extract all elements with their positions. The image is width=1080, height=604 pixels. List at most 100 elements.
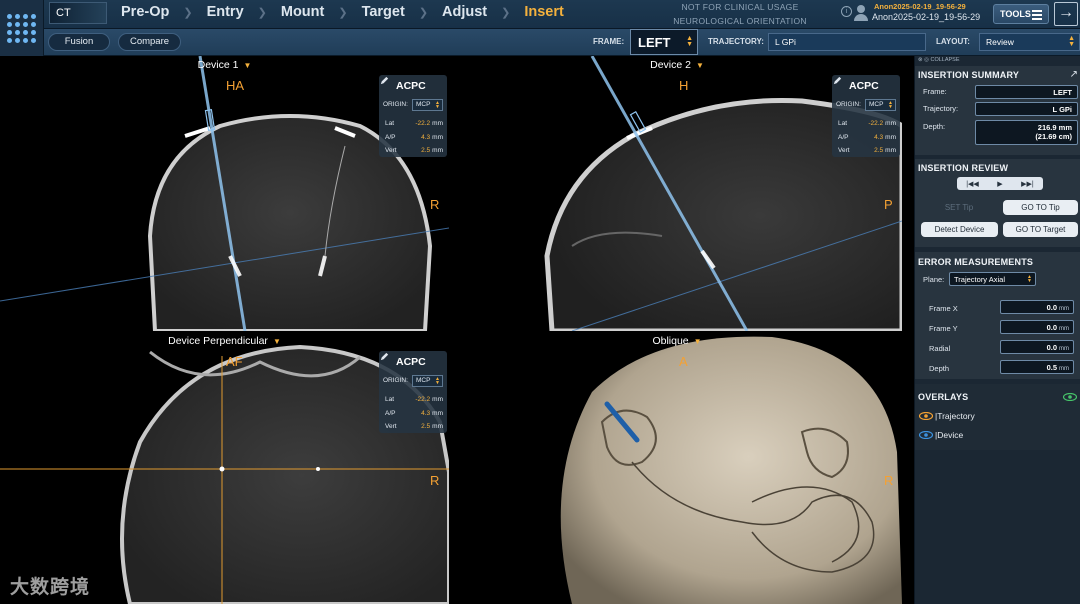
collapse-button[interactable]: ⊗ ◎ COLLAPSE xyxy=(915,56,1080,65)
orientation-label-top: HA xyxy=(226,78,245,93)
viewport-title-dropdown[interactable]: Device 1 ▼ xyxy=(0,59,449,71)
unit-label: mm xyxy=(1059,346,1069,352)
vert-value: 2.5 mm xyxy=(421,423,443,430)
viewport-title-dropdown[interactable]: Device Perpendicular ▼ xyxy=(0,335,449,347)
goto-target-button[interactable]: GO TO Target xyxy=(1003,222,1078,237)
ap-value: 4.3 mm xyxy=(421,134,443,141)
notice-line-2: NEUROLOGICAL ORIENTATION xyxy=(673,16,807,26)
exit-icon[interactable] xyxy=(1054,2,1078,26)
acpc-title: ACPC xyxy=(396,80,426,92)
orientation-label-top: AF xyxy=(226,354,243,369)
lat-value: -22.2 mm xyxy=(415,120,443,127)
compare-button[interactable]: Compare xyxy=(118,33,181,51)
3d-head-render xyxy=(560,336,902,604)
step-entry[interactable]: Entry xyxy=(207,4,244,20)
tools-label: TOOLS xyxy=(1000,9,1031,19)
viewport-title-dropdown[interactable]: Oblique ▼ xyxy=(452,335,902,347)
unit-label: mm xyxy=(1059,306,1069,312)
unit-label: mm xyxy=(1059,326,1069,332)
viewport-device-2[interactable]: Device 2 ▼ H P ACPC ORIGIN: MCP ▲ ▼ Lat -22… xyxy=(452,56,902,331)
depth-error-label: Depth xyxy=(929,364,950,373)
acpc-title: ACPC xyxy=(849,80,879,92)
trajectory-select-value: L GPi xyxy=(775,37,796,47)
step-adjust[interactable]: Adjust xyxy=(442,4,487,20)
origin-select[interactable]: MCP ▲ ▼ xyxy=(412,99,443,111)
viewport-title-dropdown[interactable]: Device 2 ▼ xyxy=(452,59,902,71)
lat-label: Lat xyxy=(385,120,395,127)
up-down-icon: ▲ ▼ xyxy=(1027,274,1032,284)
radial-value: 0.0 mm xyxy=(1000,340,1074,354)
origin-label: ORIGIN: xyxy=(836,101,861,108)
viewport-title: Oblique xyxy=(652,335,689,347)
play-icon[interactable]: ▶ xyxy=(997,180,1002,188)
origin-select[interactable]: MCP ▲ ▼ xyxy=(865,99,896,111)
grid-icon xyxy=(7,13,36,43)
unit-label: mm xyxy=(885,147,896,154)
skip-forward-icon[interactable]: ▶▶| xyxy=(1021,180,1034,188)
viewport-device-1[interactable]: Device 1 ▼ HA R ACPC ORIGIN: MCP ▲ ▼ Lat -2… xyxy=(0,56,449,331)
viewport-oblique[interactable]: Oblique ▼ A R xyxy=(452,332,902,604)
user-icon[interactable] xyxy=(853,3,869,23)
collapse-label: COLLAPSE xyxy=(930,57,960,63)
up-down-icon: ▲ ▼ xyxy=(888,100,893,110)
ap-value: 4.3 mm xyxy=(421,410,443,417)
frame-y-label: Frame Y xyxy=(929,324,958,333)
caret-down-icon: ▼ xyxy=(695,61,704,70)
overlay-device-label: |Device xyxy=(935,430,964,440)
acpc-overlay: ACPC ORIGIN: MCP ▲ ▼ Lat -22.2 mm A/P 4.3 mm… xyxy=(379,75,447,157)
up-down-icon: ▲ ▼ xyxy=(1068,35,1075,48)
pencil-icon[interactable] xyxy=(832,75,843,86)
caret-down-icon: ▼ xyxy=(243,61,252,70)
info-icon[interactable]: i xyxy=(841,6,852,17)
fusion-button[interactable]: Fusion xyxy=(48,33,110,51)
eye-icon[interactable] xyxy=(1063,393,1077,401)
workflow-steps: Pre-Op ❯ Entry ❯ Mount ❯ Target ❯ Adjust… xyxy=(121,4,564,20)
step-mount[interactable]: Mount xyxy=(281,4,324,20)
device-eye-icon[interactable] xyxy=(919,431,933,439)
step-insert[interactable]: Insert xyxy=(524,4,564,20)
origin-select[interactable]: MCP ▲ ▼ xyxy=(412,375,443,387)
pencil-icon[interactable] xyxy=(379,75,390,86)
goto-tip-button[interactable]: GO TO Tip xyxy=(1003,200,1078,215)
caret-down-icon: ▼ xyxy=(272,337,281,346)
insertion-panel: ⊗ ◎ COLLAPSE INSERTION SUMMARY ↗ Frame: … xyxy=(914,56,1080,604)
plane-select[interactable]: Trajectory Axial ▲ ▼ xyxy=(949,272,1036,286)
layout-label: LAYOUT: xyxy=(936,37,970,46)
orientation-label-right: R xyxy=(430,473,440,488)
viewport-device-perpendicular[interactable]: Device Perpendicular ▼ AF R ACPC ORIGIN: … xyxy=(0,332,449,604)
up-down-icon: ▲ ▼ xyxy=(435,376,440,386)
step-pre-op[interactable]: Pre-Op xyxy=(121,4,169,20)
lat-label: Lat xyxy=(385,396,395,403)
modality-selector[interactable]: CT xyxy=(49,2,107,24)
step-target[interactable]: Target xyxy=(362,4,405,20)
lat-value: -22.2 mm xyxy=(415,396,443,403)
apps-menu-button[interactable] xyxy=(0,0,44,56)
origin-label: ORIGIN: xyxy=(383,377,408,384)
frame-select[interactable]: LEFT ▲ ▼ xyxy=(630,29,698,55)
trajectory-select[interactable]: L GPi xyxy=(768,33,926,51)
unit-label: mm xyxy=(1059,366,1069,372)
tools-button[interactable]: TOOLS xyxy=(993,4,1049,24)
frame-x-number: 0.0 xyxy=(1046,303,1057,312)
viewport-title: Device Perpendicular xyxy=(168,335,268,347)
depth-cm: (21.69 cm) xyxy=(1035,132,1072,141)
pencil-icon[interactable] xyxy=(379,351,390,362)
chevron-right-icon: ❯ xyxy=(338,6,348,19)
ap-label: A/P xyxy=(385,134,396,141)
set-tip-button[interactable]: SET Tip xyxy=(925,200,993,215)
unit-label: mm xyxy=(432,147,443,154)
expand-arrow-icon[interactable]: ↗ xyxy=(1070,69,1078,80)
trajectory-eye-icon[interactable] xyxy=(919,412,933,420)
patient-id-bottom: Anon2025-02-19_19-56-29 xyxy=(872,12,981,22)
frame-x-label: Frame X xyxy=(929,304,958,313)
skip-back-icon[interactable]: |◀◀ xyxy=(966,180,979,188)
chevron-right-icon: ❯ xyxy=(257,6,267,19)
chevron-right-icon: ❯ xyxy=(183,6,193,19)
frame-x-value: 0.0 mm xyxy=(1000,300,1074,314)
orientation-label-top: H xyxy=(679,78,689,93)
vert-label: Vert xyxy=(838,147,850,154)
layout-select[interactable]: Review ▲ ▼ xyxy=(979,33,1080,51)
acpc-overlay: ACPC ORIGIN: MCP ▲ ▼ Lat -22.2 mm A/P 4.3 mm… xyxy=(379,351,447,433)
detect-device-button[interactable]: Detect Device xyxy=(921,222,998,237)
lat-value: -22.2 mm xyxy=(868,120,896,127)
